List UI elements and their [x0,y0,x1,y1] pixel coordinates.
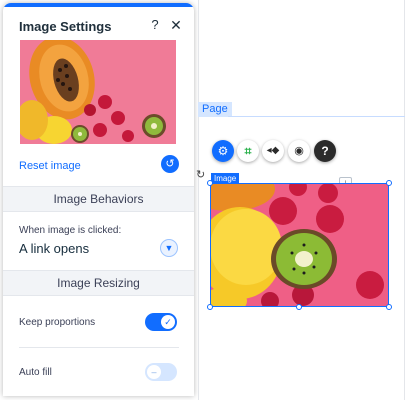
keep-proportions-label: Keep proportions [19,317,96,328]
crop-icon[interactable]: ⌗ [237,140,259,162]
reset-image-row: Reset image ↺ [3,147,194,185]
page-boundary-line [228,116,405,117]
resize-handle-bottom-center[interactable] [296,304,302,310]
canvas-guide-left [198,0,199,400]
image-preview [20,40,176,144]
section-header-image-behaviors: Image Behaviors [3,186,194,212]
canvas-guide-right [404,0,405,400]
keep-proportions-row: Keep proportions ✓ [3,309,194,337]
panel-title: Image Settings [19,19,112,34]
image-settings-panel: Image Settings ? ✕ Reset image ↺ Image B… [3,3,194,396]
section-header-image-resizing: Image Resizing [3,270,194,296]
rotate-icon[interactable]: ↻ [196,168,205,181]
page-label[interactable]: Page [198,102,232,117]
keep-proportions-toggle[interactable]: ✓ [145,313,177,331]
selection-border [210,183,389,307]
reset-image-link[interactable]: Reset image [19,160,81,172]
checkmark-icon: ✓ [161,315,175,329]
close-button[interactable]: ✕ [169,17,183,33]
element-toolbar: ⚙ ⌗ ◂◆ ◉ ? [209,140,337,166]
resize-handle-top-right[interactable] [386,180,392,186]
chevron-down-icon[interactable]: ▼ [160,239,178,257]
resize-handle-top-left[interactable] [207,180,213,186]
dash-icon: – [147,365,161,379]
panel-header: Image Settings ? ✕ [3,7,194,43]
auto-fill-toggle[interactable]: – [145,363,177,381]
click-behavior-dropdown[interactable]: A link opens ▼ [3,237,194,259]
click-behavior-label: When image is clicked: [19,225,122,236]
resize-handle-bottom-right[interactable] [386,304,392,310]
help-button[interactable]: ? [148,17,162,33]
resize-handle-bottom-left[interactable] [207,304,213,310]
settings-gear-icon[interactable]: ⚙ [212,140,234,162]
click-behavior-value: A link opens [19,241,90,256]
auto-fill-row: Auto fill – [3,359,194,387]
auto-fill-label: Auto fill [19,367,52,378]
selected-image[interactable] [207,180,392,310]
animation-icon[interactable]: ◂◆ [262,140,284,162]
divider [19,347,179,348]
undo-icon[interactable]: ↺ [161,155,179,173]
hide-icon[interactable]: ◉ [288,140,310,162]
help-icon[interactable]: ? [314,140,336,162]
